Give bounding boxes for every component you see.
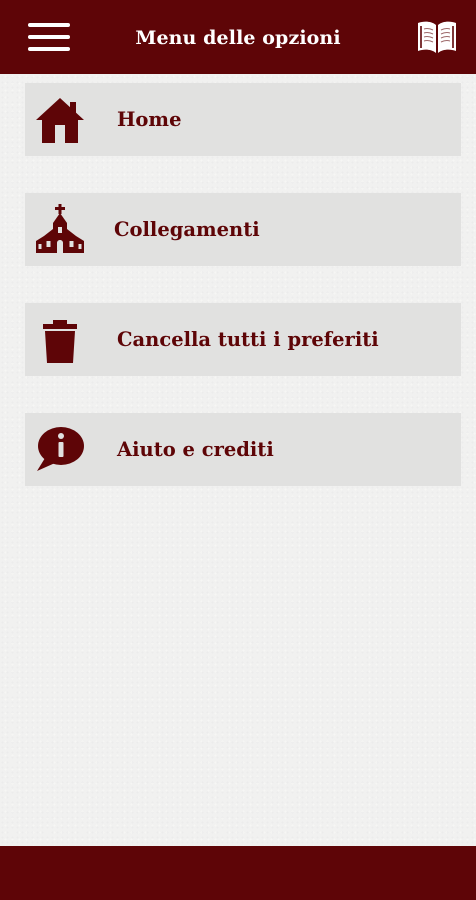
menu-item-collegamenti[interactable]: Collegamenti xyxy=(25,193,461,266)
home-icon xyxy=(36,98,84,143)
menu-item-label: Aiuto e crediti xyxy=(117,438,274,461)
menu-item-aiuto-crediti[interactable]: Aiuto e crediti xyxy=(25,413,461,486)
menu-item-home[interactable]: Home xyxy=(25,83,461,156)
top-app-bar: Menu delle opzioni xyxy=(0,0,476,74)
menu-item-label: Cancella tutti i preferiti xyxy=(117,328,379,351)
menu-item-label: Collegamenti xyxy=(114,218,260,241)
trash-icon xyxy=(43,320,77,363)
menu-item-cancella-preferiti[interactable]: Cancella tutti i preferiti xyxy=(25,303,461,376)
bottom-bar xyxy=(0,846,476,900)
church-icon xyxy=(36,204,84,253)
menu-item-label: Home xyxy=(117,108,182,131)
info-bubble-icon xyxy=(37,427,84,471)
page-title: Menu delle opzioni xyxy=(135,27,341,49)
open-book-icon[interactable] xyxy=(416,19,458,55)
